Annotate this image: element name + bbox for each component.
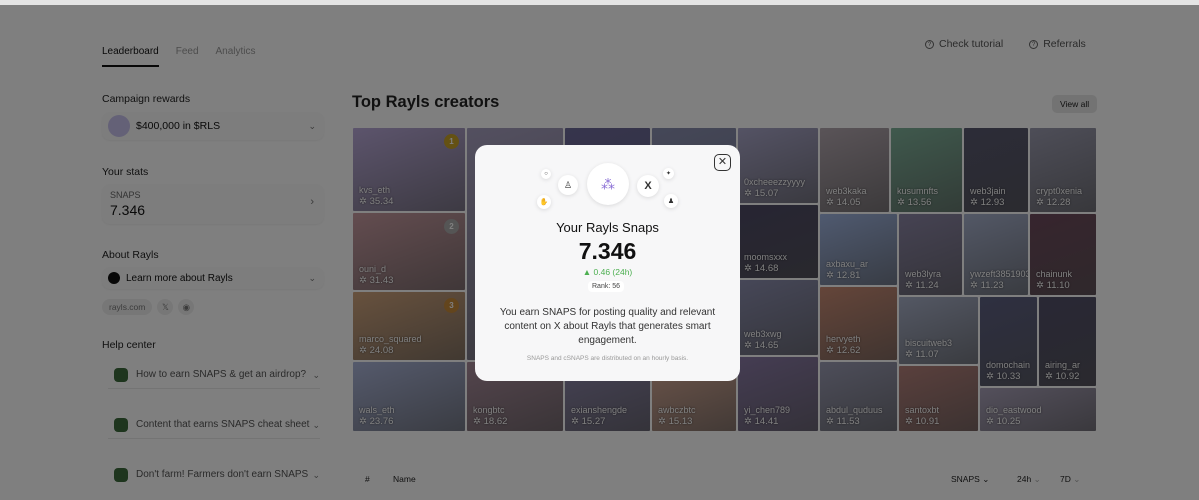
badge-icon: ♙ bbox=[558, 175, 578, 195]
hand-icon: ✋ bbox=[537, 195, 551, 209]
small-icon: ○ bbox=[541, 169, 551, 179]
sparkle-icon: ✦ bbox=[663, 168, 674, 179]
x-icon: X bbox=[637, 175, 659, 197]
modal-title: Your Rayls Snaps bbox=[556, 220, 659, 235]
close-button[interactable]: ✕ bbox=[714, 154, 731, 171]
snaps-logo-icon: ⁂ bbox=[587, 163, 629, 205]
snaps-modal: ✕ ⁂ ♙ X ○ ✋ ✦ ♟ Your Rayls Snaps 7.346 ▲… bbox=[475, 145, 740, 381]
modal-snaps-value: 7.346 bbox=[578, 238, 637, 264]
browser-top-strip bbox=[0, 0, 1199, 5]
user-icon: ♟ bbox=[664, 194, 678, 208]
close-icon: ✕ bbox=[717, 156, 728, 168]
modal-note: SNAPS and cSNAPS are distributed on an h… bbox=[526, 355, 689, 362]
modal-rank-badge: Rank: 56 bbox=[588, 281, 625, 292]
modal-body: You earn SNAPS for posting quality and r… bbox=[499, 307, 716, 346]
modal-change: ▲ 0.46 (24h) bbox=[582, 267, 633, 277]
